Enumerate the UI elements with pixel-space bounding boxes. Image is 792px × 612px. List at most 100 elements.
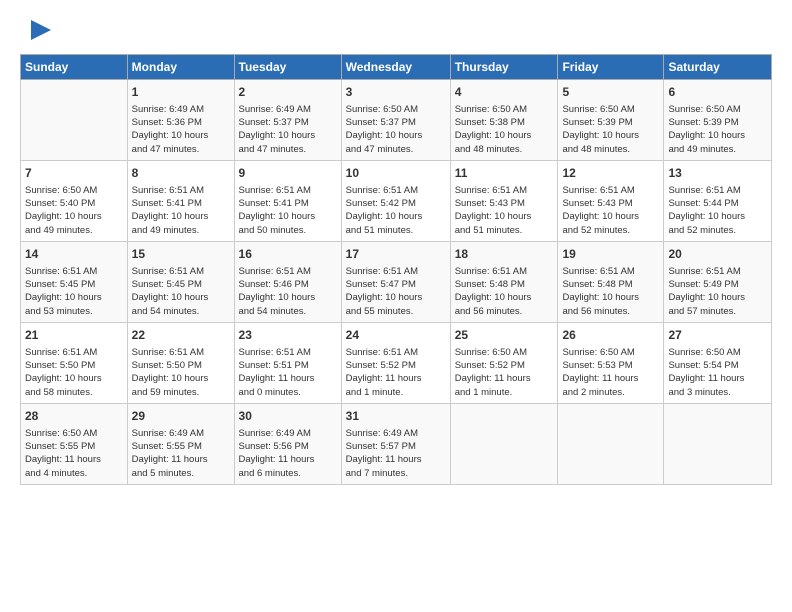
- calendar-cell: 19 Sunrise: 6:51 AM Sunset: 5:48 PM Dayli…: [558, 241, 664, 322]
- day-info: Sunrise: 6:51 AM Sunset: 5:41 PM Dayligh…: [132, 184, 230, 237]
- day-number: 23: [239, 327, 337, 344]
- day-number: 18: [455, 246, 554, 263]
- calendar-cell: 3Sunrise: 6:50 AM Sunset: 5:37 PM Daylig…: [341, 80, 450, 161]
- calendar-table: SundayMondayTuesdayWednesdayThursdayFrid…: [20, 54, 772, 485]
- header: [20, 16, 772, 44]
- calendar-cell: 23Sunrise: 6:51 AM Sunset: 5:51 PM Dayli…: [234, 322, 341, 403]
- day-info: Sunrise: 6:51 AM Sunset: 5:43 PM Dayligh…: [455, 184, 554, 237]
- calendar-cell: 31Sunrise: 6:49 AM Sunset: 5:57 PM Dayli…: [341, 403, 450, 484]
- calendar-cell: 12 Sunrise: 6:51 AM Sunset: 5:43 PM Dayli…: [558, 160, 664, 241]
- calendar-cell: [21, 80, 128, 161]
- day-info: Sunrise: 6:51 AM Sunset: 5:52 PM Dayligh…: [346, 346, 446, 399]
- day-number: 4: [455, 84, 554, 101]
- logo-icon: [23, 16, 51, 44]
- day-number: 1: [132, 84, 230, 101]
- day-info: Sunrise: 6:50 AM Sunset: 5:40 PM Dayligh…: [25, 184, 123, 237]
- day-info: Sunrise: 6:49 AM Sunset: 5:36 PM Dayligh…: [132, 103, 230, 156]
- day-number: 26: [562, 327, 659, 344]
- day-number: 30: [239, 408, 337, 425]
- calendar-cell: [450, 403, 558, 484]
- day-number: 25: [455, 327, 554, 344]
- day-number: 12: [562, 165, 659, 182]
- calendar-cell: 9 Sunrise: 6:51 AM Sunset: 5:41 PM Daylig…: [234, 160, 341, 241]
- day-info: Sunrise: 6:51 AM Sunset: 5:41 PM Dayligh…: [239, 184, 337, 237]
- calendar-cell: 29 Sunrise: 6:49 AM Sunset: 5:55 PM Dayli…: [127, 403, 234, 484]
- day-info: Sunrise: 6:50 AM Sunset: 5:54 PM Dayligh…: [668, 346, 767, 399]
- calendar-cell: 8 Sunrise: 6:51 AM Sunset: 5:41 PM Daylig…: [127, 160, 234, 241]
- calendar-cell: 17 Sunrise: 6:51 AM Sunset: 5:47 PM Dayli…: [341, 241, 450, 322]
- day-number: 14: [25, 246, 123, 263]
- day-info: Sunrise: 6:51 AM Sunset: 5:50 PM Dayligh…: [25, 346, 123, 399]
- col-header-friday: Friday: [558, 55, 664, 80]
- col-header-sunday: Sunday: [21, 55, 128, 80]
- day-number: 10: [346, 165, 446, 182]
- header-row: SundayMondayTuesdayWednesdayThursdayFrid…: [21, 55, 772, 80]
- day-info: Sunrise: 6:51 AM Sunset: 5:49 PM Dayligh…: [668, 265, 767, 318]
- day-number: 6: [668, 84, 767, 101]
- calendar-cell: 2 Sunrise: 6:49 AM Sunset: 5:37 PM Daylig…: [234, 80, 341, 161]
- week-row-2: 14 Sunrise: 6:51 AM Sunset: 5:45 PM Dayli…: [21, 241, 772, 322]
- day-info: Sunrise: 6:50 AM Sunset: 5:39 PM Dayligh…: [668, 103, 767, 156]
- day-info: Sunrise: 6:50 AM Sunset: 5:55 PM Dayligh…: [25, 427, 123, 480]
- day-number: 20: [668, 246, 767, 263]
- calendar-cell: [664, 403, 772, 484]
- calendar-cell: 25 Sunrise: 6:50 AM Sunset: 5:52 PM Dayli…: [450, 322, 558, 403]
- calendar-cell: 22Sunrise: 6:51 AM Sunset: 5:50 PM Dayli…: [127, 322, 234, 403]
- calendar-cell: 20 Sunrise: 6:51 AM Sunset: 5:49 PM Dayli…: [664, 241, 772, 322]
- day-number: 16: [239, 246, 337, 263]
- calendar-cell: 5Sunrise: 6:50 AM Sunset: 5:39 PM Daylig…: [558, 80, 664, 161]
- page: SundayMondayTuesdayWednesdayThursdayFrid…: [0, 0, 792, 501]
- day-number: 15: [132, 246, 230, 263]
- day-info: Sunrise: 6:49 AM Sunset: 5:37 PM Dayligh…: [239, 103, 337, 156]
- col-header-wednesday: Wednesday: [341, 55, 450, 80]
- day-info: Sunrise: 6:51 AM Sunset: 5:43 PM Dayligh…: [562, 184, 659, 237]
- calendar-cell: 11 Sunrise: 6:51 AM Sunset: 5:43 PM Dayli…: [450, 160, 558, 241]
- calendar-cell: 26 Sunrise: 6:50 AM Sunset: 5:53 PM Dayli…: [558, 322, 664, 403]
- day-info: Sunrise: 6:51 AM Sunset: 5:47 PM Dayligh…: [346, 265, 446, 318]
- day-number: 8: [132, 165, 230, 182]
- calendar-cell: 27 Sunrise: 6:50 AM Sunset: 5:54 PM Dayli…: [664, 322, 772, 403]
- day-number: 7: [25, 165, 123, 182]
- day-number: 31: [346, 408, 446, 425]
- calendar-cell: 30 Sunrise: 6:49 AM Sunset: 5:56 PM Dayli…: [234, 403, 341, 484]
- calendar-cell: 16 Sunrise: 6:51 AM Sunset: 5:46 PM Dayli…: [234, 241, 341, 322]
- calendar-cell: 6 Sunrise: 6:50 AM Sunset: 5:39 PM Daylig…: [664, 80, 772, 161]
- day-info: Sunrise: 6:51 AM Sunset: 5:45 PM Dayligh…: [132, 265, 230, 318]
- day-info: Sunrise: 6:51 AM Sunset: 5:46 PM Dayligh…: [239, 265, 337, 318]
- day-number: 22: [132, 327, 230, 344]
- calendar-cell: 15 Sunrise: 6:51 AM Sunset: 5:45 PM Dayli…: [127, 241, 234, 322]
- col-header-thursday: Thursday: [450, 55, 558, 80]
- day-info: Sunrise: 6:51 AM Sunset: 5:42 PM Dayligh…: [346, 184, 446, 237]
- day-number: 19: [562, 246, 659, 263]
- logo: [20, 16, 51, 44]
- col-header-tuesday: Tuesday: [234, 55, 341, 80]
- week-row-1: 7 Sunrise: 6:50 AM Sunset: 5:40 PM Daylig…: [21, 160, 772, 241]
- day-info: Sunrise: 6:50 AM Sunset: 5:38 PM Dayligh…: [455, 103, 554, 156]
- day-info: Sunrise: 6:50 AM Sunset: 5:52 PM Dayligh…: [455, 346, 554, 399]
- day-info: Sunrise: 6:49 AM Sunset: 5:56 PM Dayligh…: [239, 427, 337, 480]
- day-number: 11: [455, 165, 554, 182]
- day-info: Sunrise: 6:51 AM Sunset: 5:48 PM Dayligh…: [562, 265, 659, 318]
- day-info: Sunrise: 6:49 AM Sunset: 5:55 PM Dayligh…: [132, 427, 230, 480]
- calendar-cell: 4 Sunrise: 6:50 AM Sunset: 5:38 PM Daylig…: [450, 80, 558, 161]
- col-header-monday: Monday: [127, 55, 234, 80]
- day-info: Sunrise: 6:51 AM Sunset: 5:44 PM Dayligh…: [668, 184, 767, 237]
- day-info: Sunrise: 6:51 AM Sunset: 5:45 PM Dayligh…: [25, 265, 123, 318]
- calendar-cell: 24 Sunrise: 6:51 AM Sunset: 5:52 PM Dayli…: [341, 322, 450, 403]
- day-number: 3: [346, 84, 446, 101]
- week-row-4: 28 Sunrise: 6:50 AM Sunset: 5:55 PM Dayli…: [21, 403, 772, 484]
- day-info: Sunrise: 6:50 AM Sunset: 5:39 PM Dayligh…: [562, 103, 659, 156]
- day-number: 9: [239, 165, 337, 182]
- calendar-cell: 10 Sunrise: 6:51 AM Sunset: 5:42 PM Dayli…: [341, 160, 450, 241]
- day-info: Sunrise: 6:50 AM Sunset: 5:53 PM Dayligh…: [562, 346, 659, 399]
- day-number: 2: [239, 84, 337, 101]
- week-row-0: 1 Sunrise: 6:49 AM Sunset: 5:36 PM Daylig…: [21, 80, 772, 161]
- week-row-3: 21Sunrise: 6:51 AM Sunset: 5:50 PM Dayli…: [21, 322, 772, 403]
- day-number: 17: [346, 246, 446, 263]
- day-number: 29: [132, 408, 230, 425]
- day-number: 24: [346, 327, 446, 344]
- day-number: 27: [668, 327, 767, 344]
- calendar-cell: 7 Sunrise: 6:50 AM Sunset: 5:40 PM Daylig…: [21, 160, 128, 241]
- day-number: 28: [25, 408, 123, 425]
- calendar-cell: 13Sunrise: 6:51 AM Sunset: 5:44 PM Dayli…: [664, 160, 772, 241]
